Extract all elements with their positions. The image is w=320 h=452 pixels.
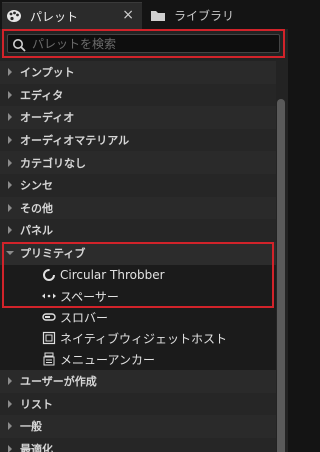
widget-label: メニューアンカー [60, 352, 156, 367]
category-list: インプット エディタ オーディオ オーディオマテリアル カテゴリなし シンセ そ… [0, 61, 276, 452]
chevron-right-icon [8, 136, 12, 145]
category-label: 最適化 [20, 443, 53, 452]
category-editor[interactable]: エディタ [0, 83, 276, 107]
category-uncategorized[interactable]: カテゴリなし [0, 151, 276, 174]
throbber-icon [42, 268, 56, 282]
category-label: インプット [20, 66, 75, 80]
widget-label: ネイティブウィジェットホスト [60, 331, 228, 346]
category-audio-material[interactable]: オーディオマテリアル [0, 128, 276, 152]
tab-bar: パレット × ライブラリ [0, 0, 288, 29]
chevron-right-icon [8, 68, 12, 77]
chevron-right-icon [8, 158, 12, 167]
widget-menu-anchor[interactable]: メニューアンカー [0, 348, 276, 370]
category-label: リスト [20, 397, 53, 411]
category-primitive[interactable]: プリミティブ [0, 242, 276, 265]
category-audio[interactable]: オーディオ [0, 106, 276, 129]
close-icon[interactable]: × [122, 7, 134, 23]
widget-native-widget-host[interactable]: ネイティブウィジェットホスト [0, 327, 276, 349]
category-label: オーディオ [20, 111, 75, 125]
category-misc[interactable]: その他 [0, 196, 276, 220]
widget-label: スロバー [60, 310, 109, 325]
search-highlight [2, 29, 285, 58]
scrollbar-thumb[interactable] [277, 99, 285, 452]
category-label: オーディオマテリアル [20, 134, 130, 148]
category-label: カテゴリなし [20, 156, 86, 170]
tab-palette-label: パレット [30, 9, 79, 24]
category-optimization[interactable]: 最適化 [0, 437, 276, 452]
category-label: プリミティブ [20, 247, 86, 261]
category-label: 一般 [20, 420, 42, 434]
tab-library[interactable]: ライブラリ [146, 2, 286, 29]
widget-label: Circular Throbber [60, 268, 165, 282]
chevron-right-icon [8, 203, 12, 212]
tab-palette[interactable]: パレット × [2, 2, 142, 29]
scrollbar[interactable] [277, 61, 285, 452]
category-label: シンセ [20, 179, 53, 193]
widget-circular-throbber[interactable]: Circular Throbber [0, 264, 276, 286]
category-panel[interactable]: パネル [0, 219, 276, 242]
category-user-created[interactable]: ユーザーが作成 [0, 370, 276, 393]
palette-icon [6, 9, 24, 23]
category-list[interactable]: リスト [0, 392, 276, 416]
chevron-right-icon [8, 445, 12, 452]
category-input[interactable]: インプット [0, 61, 276, 84]
chevron-right-icon [8, 422, 12, 431]
widget-spacer[interactable]: スペーサー [0, 285, 276, 307]
spacer-icon [42, 289, 56, 303]
palette-panel: インプット エディタ オーディオ オーディオマテリアル カテゴリなし シンセ そ… [0, 29, 288, 452]
widget-host-icon [42, 331, 56, 345]
chevron-right-icon [8, 226, 12, 235]
widget-label: スペーサー [60, 289, 119, 304]
category-label: エディタ [20, 88, 64, 102]
search-input[interactable] [32, 36, 279, 51]
search-box [7, 34, 280, 53]
widget-throbber[interactable]: スロバー [0, 306, 276, 328]
category-synth[interactable]: シンセ [0, 174, 276, 197]
chevron-right-icon [8, 377, 12, 386]
category-label: その他 [20, 201, 53, 215]
menu-anchor-icon [42, 352, 56, 366]
chevron-down-icon [6, 251, 14, 256]
tab-library-label: ライブラリ [174, 9, 235, 23]
search-icon [12, 37, 26, 52]
folder-icon [150, 9, 168, 23]
chevron-right-icon [8, 113, 12, 122]
category-label: パネル [20, 224, 53, 238]
category-general[interactable]: 一般 [0, 415, 276, 438]
throbber-bar-icon [42, 310, 56, 324]
chevron-right-icon [8, 181, 12, 190]
chevron-right-icon [8, 399, 12, 408]
chevron-right-icon [8, 90, 12, 99]
category-label: ユーザーが作成 [20, 375, 97, 389]
